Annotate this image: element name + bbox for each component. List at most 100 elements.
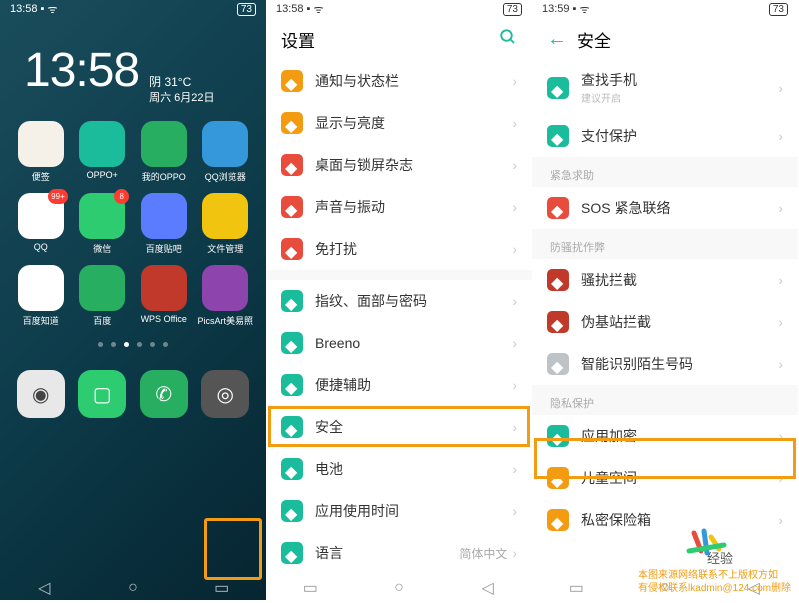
navbar: ◁ ○ ▭ bbox=[0, 576, 266, 600]
chevron-right-icon: › bbox=[512, 377, 517, 393]
camera-icon: ▪ bbox=[573, 3, 577, 15]
section-label: 隐私保护 bbox=[532, 385, 798, 415]
app-icon[interactable]: OPPO+ bbox=[73, 121, 131, 183]
chevron-right-icon: › bbox=[512, 545, 517, 561]
settings-item[interactable]: ◆指纹、面部与密码› bbox=[266, 280, 532, 322]
header: 设置 bbox=[266, 18, 532, 60]
app-icon[interactable]: 8微信 bbox=[73, 193, 131, 255]
nav-recent[interactable]: ▭ bbox=[567, 579, 585, 597]
homescreen: 13:58 ▪ ᯤ 73 13:58 阴 31°C 周六 6月22日 便签OPP… bbox=[0, 0, 266, 600]
battery-icon: 73 bbox=[237, 3, 256, 16]
watermark-logo: Bai 经验 bbox=[629, 523, 739, 573]
status-time: 13:58 bbox=[276, 3, 304, 15]
camera-app[interactable]: ◉ bbox=[12, 370, 70, 418]
chevron-right-icon: › bbox=[512, 115, 517, 131]
settings-item[interactable]: ◆免打扰› bbox=[266, 228, 532, 270]
highlight-settings bbox=[204, 518, 262, 580]
settings-item[interactable]: ◆Breeno› bbox=[266, 322, 532, 364]
settings-item[interactable]: ◆语言简体中文› bbox=[266, 532, 532, 574]
dock: ◉ ▢ ✆ ◎ bbox=[0, 362, 266, 418]
chevron-right-icon: › bbox=[512, 199, 517, 215]
nav-recent[interactable]: ▭ bbox=[301, 579, 319, 597]
security-item[interactable]: ◆儿童空间› bbox=[532, 457, 798, 499]
chevron-right-icon: › bbox=[512, 503, 517, 519]
page-title: 安全 bbox=[577, 27, 783, 52]
app-icon[interactable]: 99+QQ bbox=[12, 193, 70, 255]
chevron-right-icon: › bbox=[778, 512, 783, 528]
clock-time: 13:58 bbox=[24, 43, 139, 98]
chevron-right-icon: › bbox=[512, 293, 517, 309]
chevron-right-icon: › bbox=[778, 314, 783, 330]
section-label: 紧急求助 bbox=[532, 157, 798, 187]
chevron-right-icon: › bbox=[778, 428, 783, 444]
chevron-right-icon: › bbox=[778, 272, 783, 288]
search-icon[interactable] bbox=[499, 28, 517, 51]
page-title: 设置 bbox=[281, 27, 499, 52]
chevron-right-icon: › bbox=[512, 461, 517, 477]
chevron-right-icon: › bbox=[512, 241, 517, 257]
settings-screen: 13:58 ▪ ᯤ 73 设置 ◆通知与状态栏›◆显示与亮度›◆桌面与锁屏杂志›… bbox=[266, 0, 532, 600]
svg-text:经验: 经验 bbox=[707, 551, 733, 566]
weather-text: 阴 31°C bbox=[149, 74, 214, 91]
app-icon[interactable]: 百度知道 bbox=[12, 265, 70, 327]
navbar: ▭ ○ ◁ bbox=[266, 576, 532, 600]
settings-item[interactable]: ◆通知与状态栏› bbox=[266, 60, 532, 102]
chevron-right-icon: › bbox=[778, 356, 783, 372]
settings-item[interactable]: ◆便捷辅助› bbox=[266, 364, 532, 406]
wifi-icon: ᯤ bbox=[47, 2, 57, 17]
wifi-icon: ᯤ bbox=[579, 2, 589, 17]
settings-item[interactable]: ◆电池› bbox=[266, 448, 532, 490]
settings-app[interactable]: ◎ bbox=[196, 370, 254, 418]
settings-item[interactable]: ◆安全› bbox=[266, 406, 532, 448]
status-time: 13:59 bbox=[542, 3, 570, 15]
status-time: 13:58 bbox=[10, 3, 38, 15]
statusbar: 13:58 ▪ ᯤ 73 bbox=[266, 0, 532, 18]
settings-item[interactable]: ◆声音与振动› bbox=[266, 186, 532, 228]
nav-home[interactable]: ○ bbox=[390, 579, 408, 597]
security-item[interactable]: ◆伪基站拦截› bbox=[532, 301, 798, 343]
statusbar: 13:58 ▪ ᯤ 73 bbox=[0, 0, 266, 18]
page-indicator[interactable] bbox=[0, 342, 266, 347]
app-icon[interactable]: 百度 bbox=[73, 265, 131, 327]
camera-icon: ▪ bbox=[307, 3, 311, 15]
security-item[interactable]: ◆应用加密› bbox=[532, 415, 798, 457]
settings-item[interactable]: ◆应用使用时间› bbox=[266, 490, 532, 532]
clock-widget[interactable]: 13:58 阴 31°C 周六 6月22日 bbox=[0, 18, 266, 111]
security-item[interactable]: ◆SOS 紧急联络› bbox=[532, 187, 798, 229]
chevron-right-icon: › bbox=[778, 128, 783, 144]
chevron-right-icon: › bbox=[778, 80, 783, 96]
phone-app[interactable]: ✆ bbox=[135, 370, 193, 418]
chevron-right-icon: › bbox=[778, 200, 783, 216]
chevron-right-icon: › bbox=[512, 419, 517, 435]
nav-home[interactable]: ○ bbox=[124, 579, 142, 597]
date-text: 周六 6月22日 bbox=[149, 91, 214, 106]
app-icon[interactable]: WPS Office bbox=[135, 265, 193, 327]
app-icon[interactable]: PicsArt美易照 bbox=[196, 265, 254, 327]
messages-app[interactable]: ▢ bbox=[73, 370, 131, 418]
security-item[interactable]: ◆智能识别陌生号码› bbox=[532, 343, 798, 385]
security-item[interactable]: ◆支付保护› bbox=[532, 115, 798, 157]
chevron-right-icon: › bbox=[512, 73, 517, 89]
security-item[interactable]: ◆查找手机建议开启› bbox=[532, 60, 798, 115]
security-item[interactable]: ◆骚扰拦截› bbox=[532, 259, 798, 301]
svg-text:Bai: Bai bbox=[629, 535, 663, 560]
battery-icon: 73 bbox=[503, 3, 522, 16]
back-button[interactable]: ← bbox=[547, 28, 567, 51]
app-icon[interactable]: 我的OPPO bbox=[135, 121, 193, 183]
settings-item[interactable]: ◆桌面与锁屏杂志› bbox=[266, 144, 532, 186]
app-icon[interactable]: 文件管理 bbox=[196, 193, 254, 255]
chevron-right-icon: › bbox=[512, 335, 517, 351]
app-icon[interactable]: QQ浏览器 bbox=[196, 121, 254, 183]
app-icon[interactable]: 百度贴吧 bbox=[135, 193, 193, 255]
chevron-right-icon: › bbox=[512, 157, 517, 173]
security-screen: 13:59 ▪ ᯤ 73 ← 安全 ◆查找手机建议开启›◆支付保护›紧急求助◆S… bbox=[532, 0, 798, 600]
wifi-icon: ᯤ bbox=[313, 2, 323, 17]
nav-recent[interactable]: ▭ bbox=[213, 579, 231, 597]
section-label: 防骚扰作弊 bbox=[532, 229, 798, 259]
app-icon[interactable]: 便签 bbox=[12, 121, 70, 183]
camera-icon: ▪ bbox=[41, 3, 45, 15]
nav-back[interactable]: ◁ bbox=[479, 579, 497, 597]
nav-back[interactable]: ◁ bbox=[35, 579, 53, 597]
statusbar: 13:59 ▪ ᯤ 73 bbox=[532, 0, 798, 18]
settings-item[interactable]: ◆显示与亮度› bbox=[266, 102, 532, 144]
